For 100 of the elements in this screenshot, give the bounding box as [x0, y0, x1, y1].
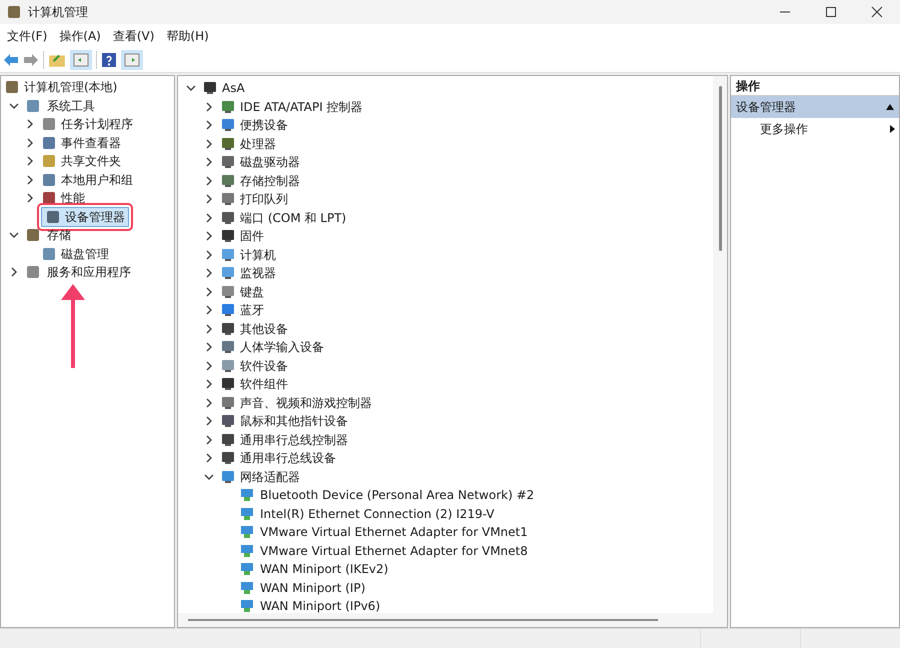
device-item[interactable]: Bluetooth Device (Personal Area Network) #2 — [260, 486, 534, 504]
chevron-right-icon[interactable] — [204, 305, 214, 316]
device-category[interactable]: 处理器 — [240, 134, 276, 153]
device-category[interactable]: 打印队列 — [240, 190, 288, 208]
computer-name[interactable]: AsA — [222, 79, 245, 98]
device-item[interactable]: WAN Miniport (IPv6) — [260, 597, 380, 616]
chevron-right-icon[interactable] — [204, 379, 214, 390]
panel-icon[interactable] — [70, 50, 92, 70]
vertical-scrollbar[interactable] — [713, 76, 727, 613]
tree-item[interactable]: 共享文件夹 — [61, 152, 121, 170]
help-icon[interactable] — [101, 52, 117, 68]
device-category[interactable]: 其他设备 — [240, 320, 288, 338]
device-item[interactable]: Intel(R) Ethernet Connection (2) I219-V — [260, 504, 494, 523]
chevron-right-icon[interactable] — [204, 194, 214, 204]
chevron-right-icon[interactable] — [25, 156, 35, 166]
tree-item[interactable]: 本地用户和组 — [61, 170, 133, 189]
device-icon — [220, 210, 236, 226]
chevron-down-icon[interactable] — [186, 83, 196, 94]
tree-item[interactable]: 事件查看器 — [61, 134, 121, 152]
window-title: 计算机管理 — [28, 4, 88, 21]
chevron-right-icon[interactable] — [204, 250, 214, 260]
chevron-right-icon[interactable] — [204, 138, 214, 149]
network-adapter-icon — [240, 487, 256, 504]
chevron-right-icon[interactable] — [204, 453, 214, 464]
device-category[interactable]: 磁盘驱动器 — [240, 153, 300, 172]
menu-item[interactable]: 操作(A) — [54, 27, 106, 45]
section-title: 设备管理器 — [736, 99, 796, 116]
network-adapter-icon — [240, 580, 256, 596]
tree-item[interactable]: 系统工具 — [45, 96, 97, 115]
tree-item[interactable]: 任务计划程序 — [61, 115, 133, 134]
chevron-down-icon[interactable] — [204, 472, 214, 482]
device-item[interactable]: VMware Virtual Ethernet Adapter for VMnet1 — [260, 523, 528, 542]
device-icon — [220, 376, 236, 392]
device-icon — [220, 450, 236, 466]
chevron-right-icon[interactable] — [204, 360, 214, 371]
device-category[interactable]: 键盘 — [240, 282, 264, 301]
device-category[interactable]: 网络适配器 — [240, 468, 300, 486]
device-icon — [220, 172, 236, 189]
device-icon — [220, 98, 236, 115]
chevron-right-icon[interactable] — [9, 267, 19, 278]
device-item[interactable]: WAN Miniport (IKEv2) — [260, 560, 388, 578]
back-arrow-icon[interactable] — [3, 52, 19, 68]
menu-item[interactable]: 文件(F) — [2, 27, 52, 45]
chevron-right-icon[interactable] — [204, 286, 214, 297]
device-category[interactable]: 计算机 — [240, 246, 276, 264]
tree-item[interactable]: 计算机管理(本地) — [24, 78, 118, 96]
action-link[interactable]: 更多操作 — [760, 120, 808, 138]
chevron-right-icon[interactable] — [204, 212, 214, 223]
device-category[interactable]: 蓝牙 — [240, 301, 264, 320]
device-category[interactable]: 人体学输入设备 — [240, 338, 324, 356]
chevron-right-icon[interactable] — [204, 157, 214, 168]
chevron-right-icon[interactable] — [204, 231, 214, 242]
submenu-triangle-icon[interactable] — [890, 125, 895, 133]
chevron-right-icon[interactable] — [204, 342, 214, 352]
chevron-down-icon[interactable] — [9, 100, 19, 111]
device-category[interactable]: 存储控制器 — [240, 172, 300, 190]
forward-arrow-icon[interactable] — [23, 52, 39, 68]
horizontal-scrollbar[interactable] — [178, 613, 727, 627]
device-category[interactable]: 端口 (COM 和 LPT) — [240, 208, 346, 227]
device-icon — [220, 413, 236, 430]
device-category[interactable]: 固件 — [240, 227, 264, 246]
device-category[interactable]: 声音、视频和游戏控制器 — [240, 394, 372, 412]
actions-section[interactable]: 设备管理器 — [731, 96, 899, 118]
chevron-right-icon[interactable] — [204, 416, 214, 426]
device-category[interactable]: 软件组件 — [240, 375, 288, 394]
chevron-right-icon[interactable] — [204, 268, 214, 278]
device-category[interactable]: 鼠标和其他指针设备 — [240, 412, 348, 430]
chevron-down-icon[interactable] — [9, 230, 19, 240]
network-adapter-icon — [240, 506, 256, 522]
device-category[interactable]: 监视器 — [240, 264, 276, 282]
chevron-right-icon[interactable] — [204, 398, 214, 408]
chevron-right-icon[interactable] — [25, 193, 35, 204]
device-category[interactable]: 便携设备 — [240, 116, 288, 134]
device-icon — [220, 302, 236, 318]
device-category[interactable]: IDE ATA/ATAPI 控制器 — [240, 98, 363, 116]
device-category[interactable]: 通用串行总线控制器 — [240, 430, 348, 449]
tree-item[interactable]: 磁盘管理 — [61, 244, 109, 263]
collapse-triangle-icon[interactable] — [886, 104, 894, 110]
chevron-right-icon[interactable] — [25, 174, 35, 185]
tree-item[interactable]: 服务和应用程序 — [45, 263, 133, 282]
chevron-right-icon[interactable] — [25, 138, 35, 148]
device-icon — [202, 80, 218, 96]
device-category[interactable]: 通用串行总线设备 — [240, 449, 336, 468]
chevron-right-icon[interactable] — [204, 120, 214, 130]
menu-item[interactable]: 帮助(H) — [161, 27, 214, 45]
tree-item[interactable]: 存储 — [45, 226, 73, 244]
chevron-right-icon[interactable] — [25, 119, 35, 130]
device-icon — [220, 320, 236, 337]
chevron-right-icon[interactable] — [204, 324, 214, 334]
device-item[interactable]: WAN Miniport (IP) — [260, 578, 366, 597]
device-category[interactable]: 软件设备 — [240, 356, 288, 375]
network-adapter-icon — [240, 598, 256, 614]
chevron-right-icon[interactable] — [204, 102, 214, 112]
chevron-right-icon[interactable] — [204, 434, 214, 445]
device-icon — [220, 339, 236, 356]
device-item[interactable]: VMware Virtual Ethernet Adapter for VMnet8 — [260, 542, 528, 560]
menu-item[interactable]: 查看(V) — [108, 27, 160, 45]
chevron-right-icon[interactable] — [204, 176, 214, 186]
panel-icon[interactable] — [121, 50, 143, 70]
tree-item[interactable]: 性能 — [61, 189, 85, 208]
